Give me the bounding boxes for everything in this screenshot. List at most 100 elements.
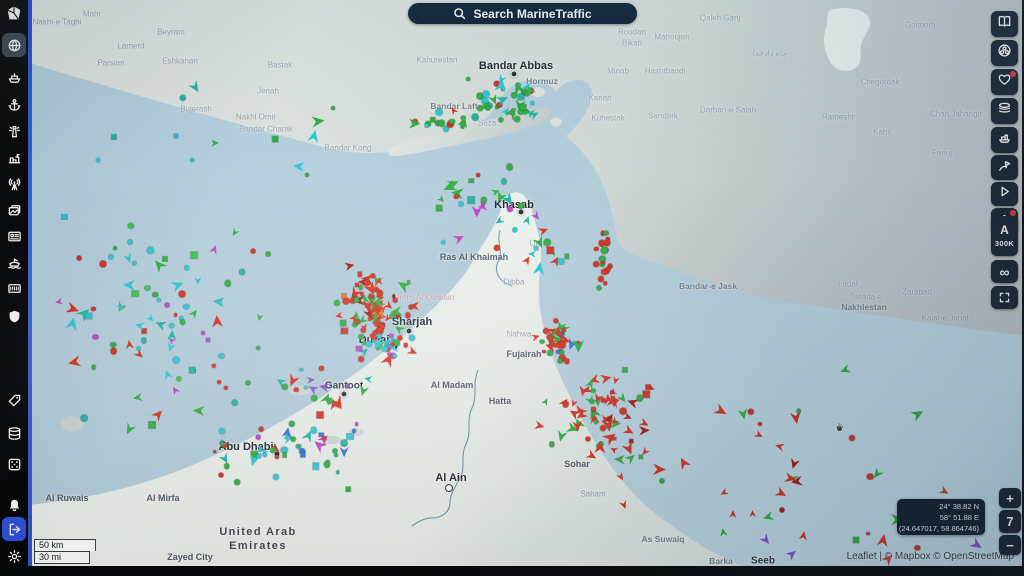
vessel-marker[interactable] bbox=[341, 440, 348, 447]
vessel-marker[interactable] bbox=[394, 340, 400, 346]
map-guide-button[interactable] bbox=[991, 11, 1018, 37]
vessel-marker[interactable] bbox=[867, 473, 874, 480]
vessel-marker[interactable] bbox=[258, 447, 263, 452]
sidebar-item-ais-stations[interactable] bbox=[2, 172, 26, 196]
route-planner-button[interactable] bbox=[991, 155, 1018, 180]
vessel-marker[interactable] bbox=[387, 352, 391, 356]
vessel-marker[interactable] bbox=[600, 425, 606, 431]
sidebar-item-port-facilities[interactable] bbox=[2, 145, 26, 169]
sidebar-item-news-card[interactable] bbox=[2, 224, 26, 248]
vessel-marker[interactable] bbox=[165, 303, 170, 308]
vessel-marker[interactable] bbox=[291, 437, 296, 442]
vessel-marker[interactable] bbox=[313, 463, 319, 469]
attribution[interactable]: Leaflet | © Mapbox © OpenStreetMap bbox=[847, 551, 1014, 562]
vessel-marker[interactable] bbox=[466, 77, 470, 81]
vessel-marker[interactable] bbox=[294, 388, 299, 393]
vessel-marker[interactable] bbox=[312, 395, 318, 401]
fullscreen-button[interactable] bbox=[991, 286, 1018, 309]
vessel-marker[interactable] bbox=[485, 105, 490, 110]
vessel-marker[interactable] bbox=[296, 444, 300, 448]
vessel-marker[interactable] bbox=[454, 195, 459, 200]
sidebar-item-live-map-globe[interactable] bbox=[2, 33, 26, 57]
vessel-marker[interactable] bbox=[622, 368, 627, 373]
vessel-marker[interactable] bbox=[612, 437, 616, 441]
vessel-marker[interactable] bbox=[542, 350, 546, 354]
vessel-marker[interactable] bbox=[354, 297, 360, 303]
vessel-marker[interactable] bbox=[543, 328, 549, 334]
vessel-marker[interactable] bbox=[646, 385, 651, 390]
favorites-button[interactable] bbox=[991, 69, 1018, 95]
vessel-marker[interactable] bbox=[364, 280, 370, 286]
vessel-marker[interactable] bbox=[506, 163, 513, 170]
vessel-marker[interactable] bbox=[219, 473, 224, 478]
zoom-in-button[interactable]: + bbox=[999, 488, 1021, 508]
vessel-marker[interactable] bbox=[239, 269, 245, 275]
vessel-marker[interactable] bbox=[191, 252, 198, 259]
vessel-marker[interactable] bbox=[377, 334, 382, 339]
vessel-marker[interactable] bbox=[91, 365, 96, 370]
vessel-marker[interactable] bbox=[100, 261, 107, 268]
vessel-marker[interactable] bbox=[507, 205, 513, 211]
zoom-out-button[interactable]: − bbox=[999, 535, 1021, 555]
vessel-marker[interactable] bbox=[780, 508, 785, 513]
vessel-marker[interactable] bbox=[256, 435, 261, 440]
vessel-marker[interactable] bbox=[77, 256, 82, 261]
vessel-marker[interactable] bbox=[110, 348, 117, 355]
vessel-marker[interactable] bbox=[341, 327, 347, 333]
vessel-marker[interactable] bbox=[643, 391, 649, 397]
vessel-marker[interactable] bbox=[136, 346, 141, 351]
vessel-marker[interactable] bbox=[111, 135, 116, 140]
vessel-marker[interactable] bbox=[514, 116, 520, 122]
vessel-marker[interactable] bbox=[300, 452, 305, 457]
vessel-marker[interactable] bbox=[231, 400, 238, 407]
vessel-marker[interactable] bbox=[263, 453, 267, 457]
vessel-marker[interactable] bbox=[596, 285, 601, 290]
vessel-marker[interactable] bbox=[586, 437, 591, 442]
vessel-marker[interactable] bbox=[477, 105, 483, 111]
sidebar-item-vessels[interactable] bbox=[2, 65, 26, 89]
vessel-filters-button[interactable] bbox=[991, 40, 1018, 66]
vessel-marker[interactable] bbox=[468, 197, 475, 204]
vessel-marker[interactable] bbox=[340, 320, 346, 326]
vessel-marker[interactable] bbox=[169, 323, 175, 329]
vessel-marker[interactable] bbox=[557, 358, 562, 363]
vessel-marker[interactable] bbox=[355, 422, 359, 426]
vessel-marker[interactable] bbox=[436, 108, 443, 115]
vessel-marker[interactable] bbox=[849, 435, 855, 441]
vessel-marker[interactable] bbox=[559, 342, 566, 349]
vessel-marker[interactable] bbox=[483, 91, 490, 98]
sidebar-item-marinetraffic-logo[interactable] bbox=[2, 2, 26, 26]
vessel-marker[interactable] bbox=[620, 408, 627, 415]
map-canvas[interactable]: Bandar AbbasKhasabSharjahDubaiAbu DhabiA… bbox=[32, 0, 1022, 566]
vessel-marker[interactable] bbox=[469, 178, 474, 183]
vessel-marker[interactable] bbox=[393, 298, 398, 303]
vessel-marker[interactable] bbox=[368, 294, 373, 299]
sidebar-item-datasets[interactable] bbox=[2, 421, 26, 445]
vessel-marker[interactable] bbox=[132, 261, 136, 265]
vessel-marker[interactable] bbox=[610, 390, 614, 394]
vessel-marker[interactable] bbox=[113, 246, 117, 250]
sidebar-item-photos[interactable] bbox=[2, 198, 26, 222]
vessel-marker[interactable] bbox=[356, 346, 362, 352]
search-bar[interactable]: Search MarineTraffic bbox=[408, 3, 637, 24]
vessel-marker[interactable] bbox=[424, 124, 429, 129]
vessel-marker[interactable] bbox=[256, 346, 260, 350]
sidebar-item-ports[interactable] bbox=[2, 93, 26, 117]
vessel-marker[interactable] bbox=[282, 453, 287, 458]
vessel-marker[interactable] bbox=[390, 313, 395, 318]
vessel-marker[interactable] bbox=[206, 338, 210, 342]
vessel-marker[interactable] bbox=[346, 487, 351, 492]
vessel-marker[interactable] bbox=[358, 356, 364, 362]
vessel-marker[interactable] bbox=[173, 357, 180, 364]
sidebar-item-apps[interactable] bbox=[2, 452, 26, 476]
vessel-marker[interactable] bbox=[441, 240, 445, 244]
vessel-marker[interactable] bbox=[866, 532, 870, 536]
vessel-marker[interactable] bbox=[213, 450, 217, 454]
vessel-marker[interactable] bbox=[593, 261, 599, 267]
vessel-marker[interactable] bbox=[530, 102, 534, 106]
vessel-marker[interactable] bbox=[601, 398, 606, 403]
vessel-marker[interactable] bbox=[234, 479, 240, 485]
vessel-marker[interactable] bbox=[520, 105, 526, 111]
vessel-marker[interactable] bbox=[272, 136, 278, 142]
vessel-marker[interactable] bbox=[605, 239, 611, 245]
